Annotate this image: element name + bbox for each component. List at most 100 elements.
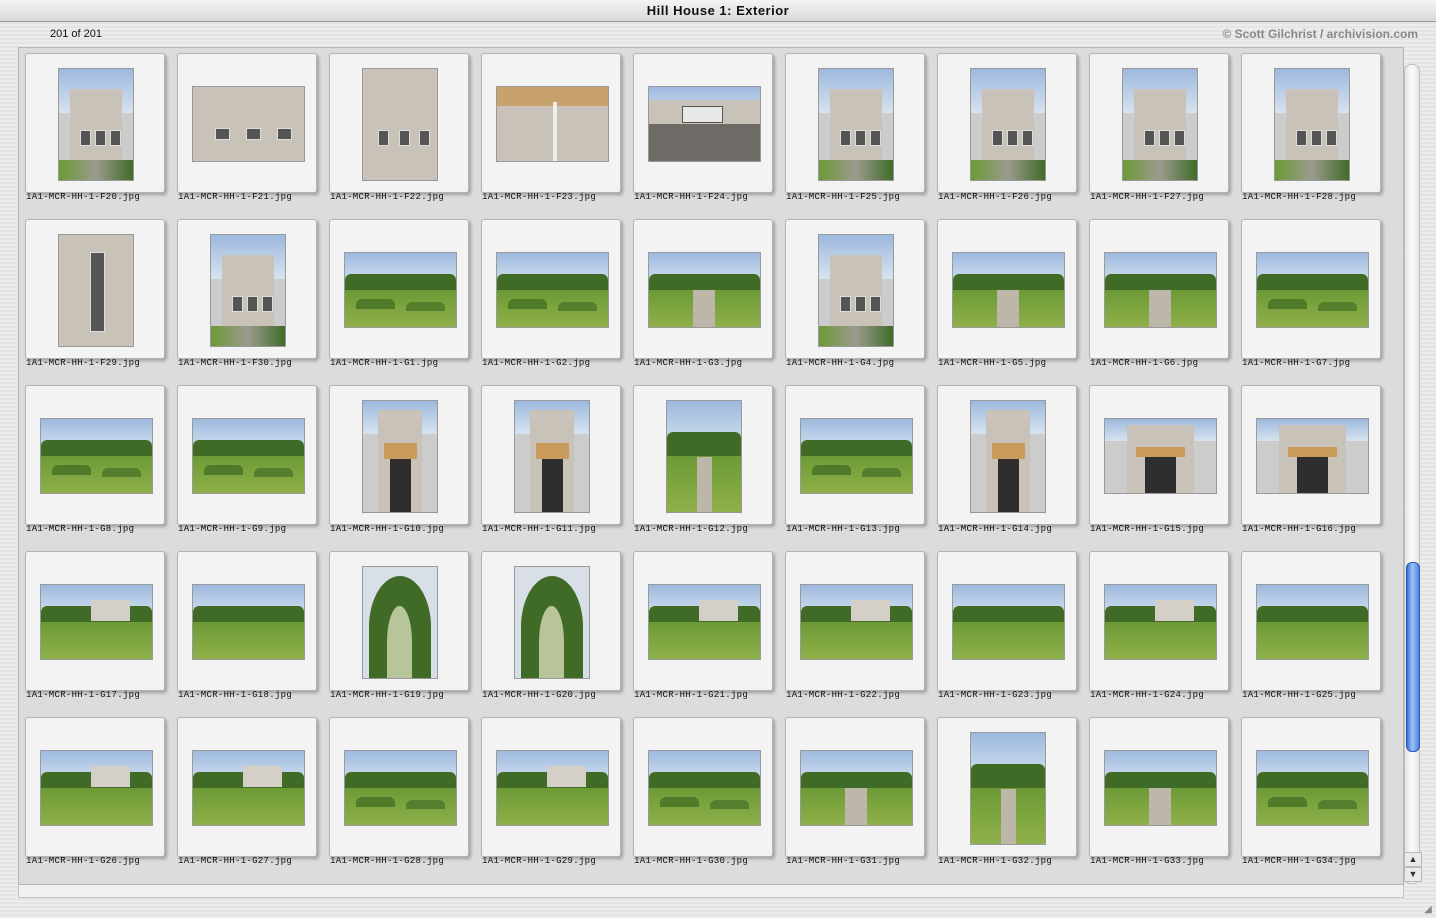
thumbnail-image[interactable] (40, 584, 153, 660)
thumbnail-item[interactable]: 1A1-MCR-HH-1-G22.jpg (779, 546, 931, 712)
thumbnail-item[interactable]: 1A1-MCR-HH-1-G3.jpg (627, 214, 779, 380)
thumbnail-image[interactable] (1104, 418, 1217, 494)
thumbnail-grid[interactable]: 1A1-MCR-HH-1-F20.jpg 1A1-MCR-HH-1-F21.jpg… (18, 47, 1404, 885)
thumbnail-image[interactable] (648, 584, 761, 660)
thumbnail-image[interactable] (192, 750, 305, 826)
thumbnail-item[interactable]: 1A1-MCR-HH-1-F26.jpg (931, 48, 1083, 214)
thumbnail-item[interactable]: 1A1-MCR-HH-1-G27.jpg (171, 712, 323, 878)
thumbnail-item[interactable]: 1A1-MCR-HH-1-G14.jpg (931, 380, 1083, 546)
thumbnail-image[interactable] (952, 252, 1065, 328)
slide-mount[interactable] (329, 717, 469, 857)
slide-mount[interactable] (329, 551, 469, 691)
thumbnail-image[interactable] (800, 584, 913, 660)
thumbnail-image[interactable] (1274, 68, 1350, 181)
slide-mount[interactable] (481, 717, 621, 857)
thumbnail-item[interactable]: 1A1-MCR-HH-1-G30.jpg (627, 712, 779, 878)
thumbnail-image[interactable] (1122, 68, 1198, 181)
thumbnail-item[interactable]: 1A1-MCR-HH-1-G17.jpg (19, 546, 171, 712)
thumbnail-image[interactable] (344, 750, 457, 826)
thumbnail-item[interactable]: 1A1-MCR-HH-1-F25.jpg (779, 48, 931, 214)
slide-mount[interactable] (937, 219, 1077, 359)
slide-mount[interactable] (481, 53, 621, 193)
slide-mount[interactable] (481, 219, 621, 359)
thumbnail-item[interactable]: 1A1-MCR-HH-1-G6.jpg (1083, 214, 1235, 380)
thumbnail-item[interactable]: 1A1-MCR-HH-1-G5.jpg (931, 214, 1083, 380)
thumbnail-item[interactable]: 1A1-MCR-HH-1-F23.jpg (475, 48, 627, 214)
slide-mount[interactable] (633, 717, 773, 857)
slide-mount[interactable] (937, 385, 1077, 525)
thumbnail-item[interactable]: 1A1-MCR-HH-1-G29.jpg (475, 712, 627, 878)
slide-mount[interactable] (25, 53, 165, 193)
thumbnail-item[interactable]: 1A1-MCR-HH-1-G16.jpg (1235, 380, 1387, 546)
thumbnail-item[interactable]: 1A1-MCR-HH-1-F22.jpg (323, 48, 475, 214)
thumbnail-image[interactable] (514, 566, 590, 679)
slide-mount[interactable] (329, 385, 469, 525)
slide-mount[interactable] (1241, 53, 1381, 193)
slide-mount[interactable] (329, 219, 469, 359)
thumbnail-image[interactable] (648, 86, 761, 162)
thumbnail-item[interactable]: 1A1-MCR-HH-1-G7.jpg (1235, 214, 1387, 380)
thumbnail-item[interactable]: 1A1-MCR-HH-1-G33.jpg (1083, 712, 1235, 878)
thumbnail-item[interactable]: 1A1-MCR-HH-1-G11.jpg (475, 380, 627, 546)
thumbnail-image[interactable] (514, 400, 590, 513)
thumbnail-item[interactable]: 1A1-MCR-HH-1-G28.jpg (323, 712, 475, 878)
slide-mount[interactable] (481, 385, 621, 525)
slide-mount[interactable] (177, 219, 317, 359)
resize-grip-icon[interactable]: ◢ (1422, 904, 1434, 916)
thumbnail-image[interactable] (362, 400, 438, 513)
slide-mount[interactable] (633, 551, 773, 691)
thumbnail-item[interactable]: 1A1-MCR-HH-1-G21.jpg (627, 546, 779, 712)
thumbnail-item[interactable]: 1A1-MCR-HH-1-F28.jpg (1235, 48, 1387, 214)
slide-mount[interactable] (1241, 551, 1381, 691)
thumbnail-image[interactable] (1256, 750, 1369, 826)
thumbnail-image[interactable] (970, 732, 1046, 845)
scroll-thumb[interactable] (1406, 562, 1420, 752)
thumbnail-image[interactable] (970, 68, 1046, 181)
thumbnail-item[interactable]: 1A1-MCR-HH-1-G8.jpg (19, 380, 171, 546)
thumbnail-image[interactable] (818, 234, 894, 347)
thumbnail-item[interactable]: 1A1-MCR-HH-1-G4.jpg (779, 214, 931, 380)
thumbnail-image[interactable] (1104, 584, 1217, 660)
slide-mount[interactable] (25, 385, 165, 525)
slide-mount[interactable] (1089, 219, 1229, 359)
slide-mount[interactable] (1089, 717, 1229, 857)
thumbnail-item[interactable]: 1A1-MCR-HH-1-F21.jpg (171, 48, 323, 214)
thumbnail-image[interactable] (666, 400, 742, 513)
thumbnail-image[interactable] (1104, 750, 1217, 826)
thumbnail-item[interactable]: 1A1-MCR-HH-1-G1.jpg (323, 214, 475, 380)
thumbnail-item[interactable]: 1A1-MCR-HH-1-G25.jpg (1235, 546, 1387, 712)
thumbnail-item[interactable]: 1A1-MCR-HH-1-F24.jpg (627, 48, 779, 214)
slide-mount[interactable] (481, 551, 621, 691)
thumbnail-image[interactable] (800, 750, 913, 826)
thumbnail-item[interactable]: 1A1-MCR-HH-1-G19.jpg (323, 546, 475, 712)
thumbnail-image[interactable] (58, 68, 134, 181)
slide-mount[interactable] (937, 717, 1077, 857)
slide-mount[interactable] (633, 219, 773, 359)
slide-mount[interactable] (1089, 551, 1229, 691)
thumbnail-item[interactable]: 1A1-MCR-HH-1-G24.jpg (1083, 546, 1235, 712)
thumbnail-item[interactable]: 1A1-MCR-HH-1-G13.jpg (779, 380, 931, 546)
thumbnail-item[interactable]: 1A1-MCR-HH-1-G9.jpg (171, 380, 323, 546)
slide-mount[interactable] (1241, 219, 1381, 359)
slide-mount[interactable] (785, 551, 925, 691)
thumbnail-image[interactable] (210, 234, 286, 347)
scroll-down-arrow-icon[interactable]: ▼ (1404, 867, 1422, 882)
thumbnail-image[interactable] (818, 68, 894, 181)
thumbnail-image[interactable] (952, 584, 1065, 660)
thumbnail-item[interactable]: 1A1-MCR-HH-1-G26.jpg (19, 712, 171, 878)
thumbnail-item[interactable]: 1A1-MCR-HH-1-F29.jpg (19, 214, 171, 380)
thumbnail-item[interactable]: 1A1-MCR-HH-1-G31.jpg (779, 712, 931, 878)
thumbnail-image[interactable] (362, 68, 438, 181)
thumbnail-image[interactable] (40, 750, 153, 826)
thumbnail-image[interactable] (1256, 418, 1369, 494)
slide-mount[interactable] (937, 53, 1077, 193)
thumbnail-item[interactable]: 1A1-MCR-HH-1-G15.jpg (1083, 380, 1235, 546)
slide-mount[interactable] (785, 219, 925, 359)
thumbnail-item[interactable]: 1A1-MCR-HH-1-G10.jpg (323, 380, 475, 546)
thumbnail-item[interactable]: 1A1-MCR-HH-1-G34.jpg (1235, 712, 1387, 878)
slide-mount[interactable] (177, 53, 317, 193)
thumbnail-image[interactable] (648, 750, 761, 826)
slide-mount[interactable] (785, 53, 925, 193)
thumbnail-image[interactable] (1256, 252, 1369, 328)
slide-mount[interactable] (177, 385, 317, 525)
